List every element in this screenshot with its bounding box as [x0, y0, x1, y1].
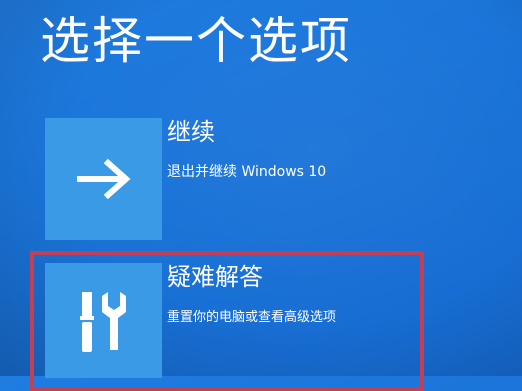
- continue-option[interactable]: 继续 退出并继续 Windows 10: [45, 118, 375, 240]
- troubleshoot-label: 疑难解答: [167, 263, 263, 291]
- troubleshoot-tile[interactable]: [45, 263, 162, 378]
- continue-description: 退出并继续 Windows 10: [167, 164, 327, 180]
- troubleshoot-option[interactable]: 疑难解答 重置你的电脑或查看高级选项: [45, 263, 375, 378]
- arrow-right-icon: [76, 159, 131, 199]
- page-title: 选择一个选项: [40, 12, 352, 70]
- continue-label: 继续: [167, 118, 215, 146]
- continue-tile[interactable]: [45, 118, 162, 240]
- troubleshoot-description: 重置你的电脑或查看高级选项: [167, 310, 337, 325]
- tools-icon: [79, 291, 126, 352]
